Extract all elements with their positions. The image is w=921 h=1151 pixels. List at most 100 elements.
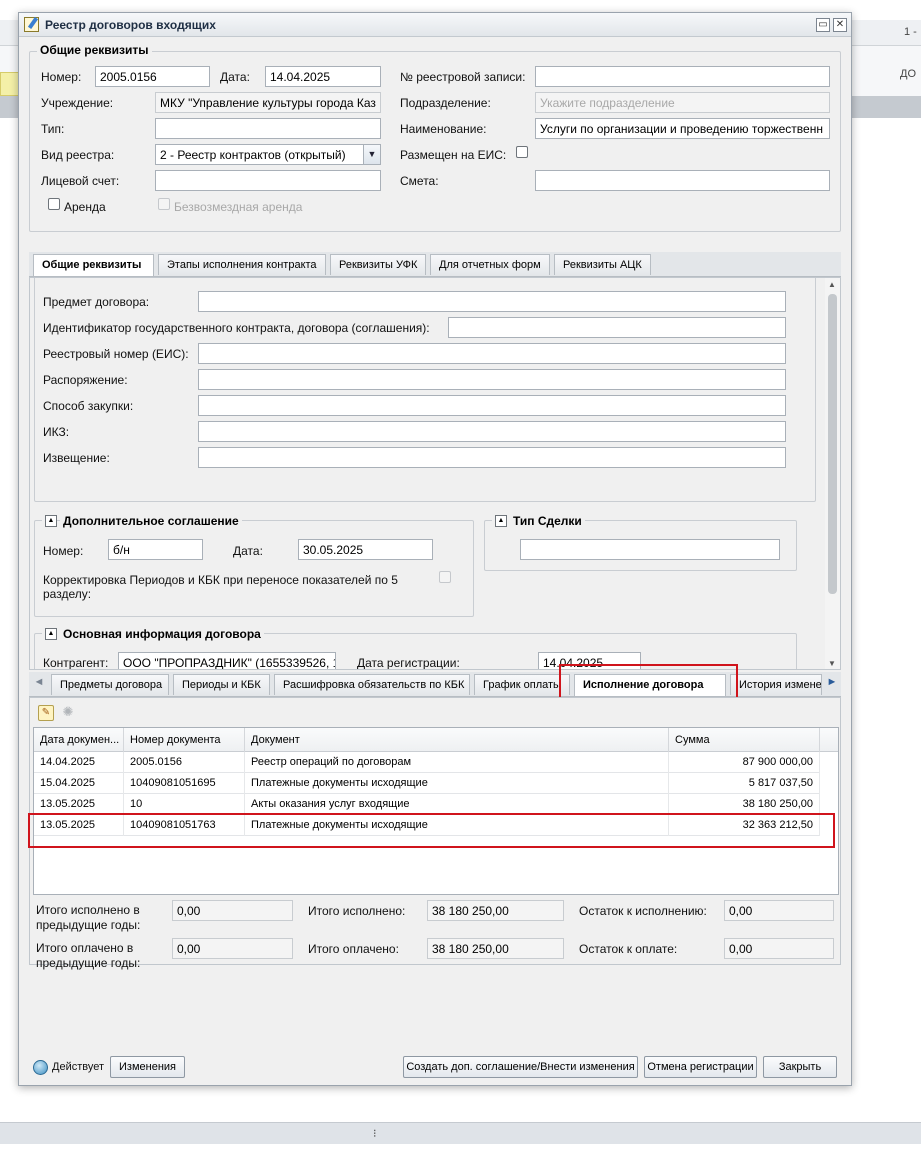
purchase-method-field[interactable]: [198, 395, 786, 416]
correction-checkbox[interactable]: [439, 571, 451, 583]
tab-ack[interactable]: Реквизиты АЦК: [554, 254, 651, 275]
cell-document: Акты оказания услуг входящие: [245, 794, 669, 815]
tab-ufk[interactable]: Реквизиты УФК: [330, 254, 426, 275]
order-field[interactable]: [198, 369, 786, 390]
prev-paid-field[interactable]: 0,00: [172, 938, 293, 959]
main-info-legend: Основная информация договора: [60, 627, 264, 641]
name-field[interactable]: Услуги по организации и проведению торже…: [535, 118, 830, 139]
tab-general[interactable]: Общие реквизиты: [33, 254, 154, 276]
subject-field[interactable]: [198, 291, 786, 312]
cancel-registration-button[interactable]: Отмена регистрации: [644, 1056, 757, 1078]
grid-header: Дата докумен... Номер документа Документ…: [34, 728, 838, 752]
remain-pay-field[interactable]: 0,00: [724, 938, 834, 959]
window-titlebar[interactable]: Реестр договоров входящих ▭ ✕: [19, 13, 851, 37]
maximize-icon[interactable]: ▭: [816, 18, 830, 32]
tab-change-history[interactable]: История изменени: [730, 674, 822, 695]
supplementary-fieldset: [34, 520, 474, 617]
type-field[interactable]: [155, 118, 381, 139]
table-row[interactable]: 14.04.2025 2005.0156 Реестр операций по до…: [34, 752, 820, 773]
edit-icon[interactable]: ✎: [38, 705, 54, 721]
col-document[interactable]: Документ: [245, 728, 669, 752]
remain-exec-field[interactable]: 0,00: [724, 900, 834, 921]
window-title: Реестр договоров входящих: [45, 18, 216, 32]
chevron-down-icon[interactable]: ▼: [364, 144, 381, 165]
cell-doc-number: 2005.0156: [124, 752, 245, 773]
ikz-field[interactable]: [198, 421, 786, 442]
deal-type-legend-wrap: ▲ Тип Сделки: [492, 513, 585, 529]
order-label: Распоряжение:: [43, 373, 128, 387]
background-status-bar: ⁝: [0, 1122, 921, 1144]
eis-checkbox[interactable]: [516, 146, 528, 158]
eis-number-label: Реестровый номер (ЕИС):: [43, 347, 189, 361]
tab-payment-schedule[interactable]: График оплаты: [474, 674, 570, 695]
details-scrollbar[interactable]: ▲ ▼: [825, 278, 840, 669]
supp-date-label: Дата:: [233, 544, 263, 558]
account-field[interactable]: [155, 170, 381, 191]
collapse-icon[interactable]: ▲: [45, 515, 57, 527]
cell-doc-date: 13.05.2025: [34, 794, 124, 815]
table-row[interactable]: 15.04.2025 10409081051695 Платежные докуме…: [34, 773, 820, 794]
tabs-scroll-right-icon[interactable]: ►: [824, 676, 840, 693]
scroll-up-icon[interactable]: ▲: [828, 280, 836, 289]
notice-field[interactable]: [198, 447, 786, 468]
cell-doc-number: 10409081051695: [124, 773, 245, 794]
account-label: Лицевой счет:: [41, 174, 120, 188]
free-rent-checkbox[interactable]: [158, 198, 170, 210]
tab-periods-kbk[interactable]: Периоды и КБК: [173, 674, 270, 695]
contract-id-field[interactable]: [448, 317, 786, 338]
contract-registry-window: Реестр договоров входящих ▭ ✕ Общие рекв…: [18, 12, 852, 1086]
create-supplementary-button[interactable]: Создать доп. соглашение/Внести изменения: [403, 1056, 638, 1078]
scroll-down-icon[interactable]: ▼: [828, 659, 836, 668]
cell-sum: 5 817 037,50: [669, 773, 820, 794]
registry-kind-label: Вид реестра:: [41, 148, 115, 162]
refresh-icon[interactable]: ✺: [60, 705, 76, 721]
eis-number-field[interactable]: [198, 343, 786, 364]
reg-date-label: Дата регистрации:: [357, 656, 460, 670]
registry-record-label: № реестровой записи:: [400, 70, 526, 84]
estimate-field[interactable]: [535, 170, 830, 191]
rent-checkbox[interactable]: [48, 198, 60, 210]
ikz-label: ИКЗ:: [43, 425, 70, 439]
name-label: Наименование:: [400, 122, 487, 136]
background-splitter-handle[interactable]: ⁝: [373, 1127, 377, 1140]
changes-button[interactable]: Изменения: [110, 1056, 185, 1078]
paid-field[interactable]: 38 180 250,00: [427, 938, 564, 959]
deal-type-legend: Тип Сделки: [510, 514, 585, 528]
tab-report-forms[interactable]: Для отчетных форм: [430, 254, 550, 275]
executed-field[interactable]: 38 180 250,00: [427, 900, 564, 921]
tab-contract-items[interactable]: Предметы договора: [51, 674, 169, 695]
collapse-icon[interactable]: ▲: [45, 628, 57, 640]
subdivision-placeholder: Укажите подразделение: [540, 96, 675, 110]
purchase-method-label: Способ закупки:: [43, 399, 134, 413]
col-sum[interactable]: Сумма: [669, 728, 820, 752]
tabs-scroll-left-icon[interactable]: ◄: [31, 676, 47, 693]
general-legend: Общие реквизиты: [37, 43, 152, 57]
close-button[interactable]: Закрыть: [763, 1056, 837, 1078]
status-label: Действует: [52, 1061, 105, 1073]
counterparty-field[interactable]: ООО "ПРОПРАЗДНИК" (1655339526, 1(: [118, 652, 336, 669]
close-icon[interactable]: ✕: [833, 18, 847, 32]
registry-record-field[interactable]: [535, 66, 830, 87]
cell-doc-number: 10: [124, 794, 245, 815]
tab-contract-stages[interactable]: Этапы исполнения контракта: [158, 254, 326, 275]
number-label: Номер:: [41, 70, 82, 84]
registry-kind-select[interactable]: 2 - Реестр контрактов (открытый): [155, 144, 364, 165]
cell-doc-date: 15.04.2025: [34, 773, 124, 794]
edit-document-icon: [24, 17, 39, 32]
table-row[interactable]: 13.05.2025 10 Акты оказания услуг входящие…: [34, 794, 820, 815]
col-doc-date[interactable]: Дата докумен...: [34, 728, 124, 752]
supp-number-field[interactable]: б/н: [108, 539, 203, 560]
scrollbar-thumb[interactable]: [828, 294, 837, 594]
collapse-icon[interactable]: ▲: [495, 515, 507, 527]
col-doc-number[interactable]: Номер документа: [124, 728, 245, 752]
execution-grid: Дата докумен... Номер документа Документ…: [33, 727, 839, 895]
supp-date-field[interactable]: 30.05.2025: [298, 539, 433, 560]
date-field[interactable]: 14.04.2025: [265, 66, 381, 87]
number-field[interactable]: 2005.0156: [95, 66, 210, 87]
tab-obligations-kbk[interactable]: Расшифровка обязательств по КБК: [274, 674, 470, 695]
status-clock-icon: [33, 1060, 48, 1075]
subdivision-field[interactable]: Укажите подразделение: [535, 92, 830, 113]
deal-type-field[interactable]: [520, 539, 780, 560]
institution-field[interactable]: МКУ "Управление культуры города Каз: [155, 92, 381, 113]
prev-executed-field[interactable]: 0,00: [172, 900, 293, 921]
